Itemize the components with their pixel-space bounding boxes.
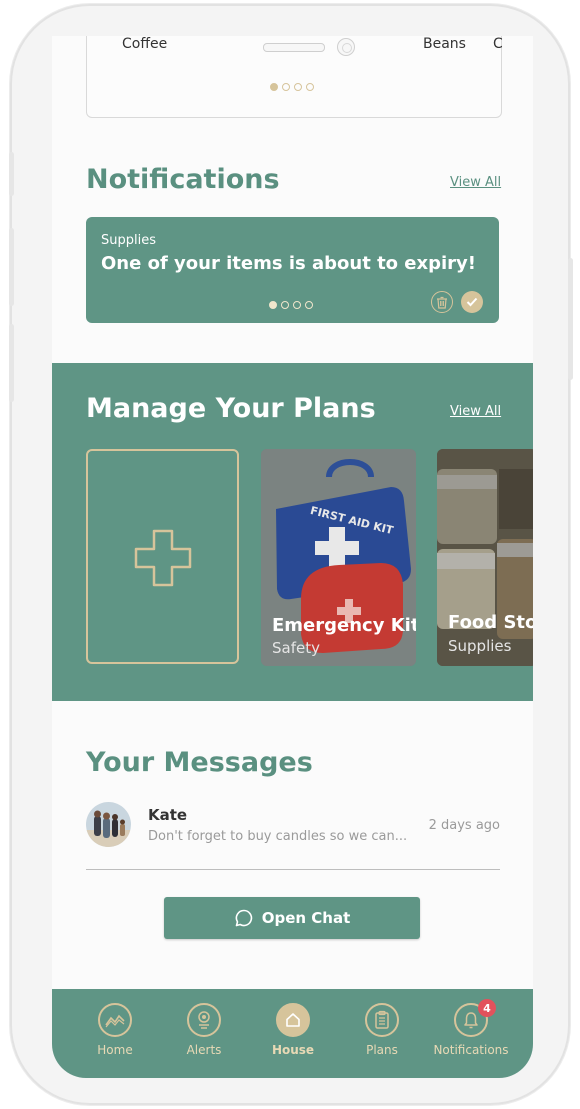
pagination-dot-active[interactable] <box>269 301 277 309</box>
chat-bubble-icon <box>235 909 252 927</box>
clipboard-icon <box>365 1003 399 1037</box>
notification-category: Supplies <box>101 233 156 248</box>
phone-camera <box>337 38 355 56</box>
tab-label: Plans <box>366 1043 398 1057</box>
plans-section: Manage Your Plans View All FIRST AID KIT… <box>52 363 533 701</box>
tab-home[interactable]: Home <box>75 1003 155 1057</box>
plans-title: Manage Your Plans <box>86 393 376 424</box>
notifications-title: Notifications <box>86 164 280 195</box>
plan-card-emergency-kit[interactable]: FIRST AID KIT Emergency Kit Safety <box>261 449 416 666</box>
carousel-pagination[interactable] <box>270 83 314 91</box>
house-icon <box>276 1003 310 1037</box>
message-list-item[interactable]: Kate Don't forget to buy candles so we c… <box>86 802 500 872</box>
side-button-volume-down <box>9 324 14 402</box>
notifications-view-all-link[interactable]: View All <box>450 175 501 190</box>
open-chat-button[interactable]: Open Chat <box>164 897 420 939</box>
plans-view-all-link[interactable]: View All <box>450 404 501 419</box>
notification-count-badge: 4 <box>478 999 496 1017</box>
pagination-dot[interactable] <box>293 301 301 309</box>
plan-title: Food Stock <box>448 612 533 633</box>
bottom-tab-bar: Home Alerts House Plans 4 Notifications <box>52 989 533 1078</box>
chart-icon <box>98 1003 132 1037</box>
pagination-dot[interactable] <box>306 83 314 91</box>
message-timestamp: 2 days ago <box>428 818 500 833</box>
pagination-dot-active[interactable] <box>270 83 278 91</box>
pagination-dot[interactable] <box>294 83 302 91</box>
message-sender-name: Kate <box>148 806 188 824</box>
plus-icon <box>134 529 192 587</box>
notification-message: One of your items is about to expiry! <box>101 253 476 274</box>
side-button-volume-up <box>9 228 14 306</box>
check-icon[interactable] <box>461 291 483 313</box>
carousel-item-beans[interactable]: Beans <box>423 36 466 52</box>
side-button-power <box>568 258 573 380</box>
tab-notifications[interactable]: 4 Notifications <box>431 999 511 1057</box>
plan-card-food-stock[interactable]: Food Stock Supplies <box>437 449 533 666</box>
side-button-mute <box>9 152 14 196</box>
app-screen: Coffee Beans C Notifications View All Su… <box>52 36 533 1078</box>
plan-title: Emergency Kit <box>272 615 416 636</box>
pagination-dot[interactable] <box>282 83 290 91</box>
carousel-item-partial[interactable]: C <box>493 36 503 52</box>
trash-icon[interactable] <box>431 291 453 313</box>
tab-label: House <box>271 1043 315 1057</box>
open-chat-label: Open Chat <box>261 909 351 927</box>
tab-label: Alerts <box>186 1043 222 1057</box>
plan-subtitle: Safety <box>272 639 320 657</box>
divider <box>86 869 500 870</box>
add-plan-button[interactable] <box>86 449 239 664</box>
phone-speaker <box>263 43 325 52</box>
notification-card[interactable]: Supplies One of your items is about to e… <box>86 217 499 323</box>
tab-alerts[interactable]: Alerts <box>164 1003 244 1057</box>
plan-subtitle: Supplies <box>448 637 512 655</box>
carousel-item-coffee[interactable]: Coffee <box>122 36 167 52</box>
messages-title: Your Messages <box>86 747 313 778</box>
tab-label: Home <box>97 1043 133 1057</box>
food-jars-image <box>437 449 533 666</box>
tab-label: Notifications <box>433 1043 509 1057</box>
avatar <box>86 802 131 847</box>
pagination-dot[interactable] <box>305 301 313 309</box>
location-pin-icon <box>187 1003 221 1037</box>
pagination-dot[interactable] <box>281 301 289 309</box>
message-preview: Don't forget to buy candles so we can... <box>148 829 408 844</box>
tab-house[interactable]: House <box>253 1003 333 1057</box>
notification-pagination[interactable] <box>269 301 313 309</box>
tab-plans[interactable]: Plans <box>342 1003 422 1057</box>
